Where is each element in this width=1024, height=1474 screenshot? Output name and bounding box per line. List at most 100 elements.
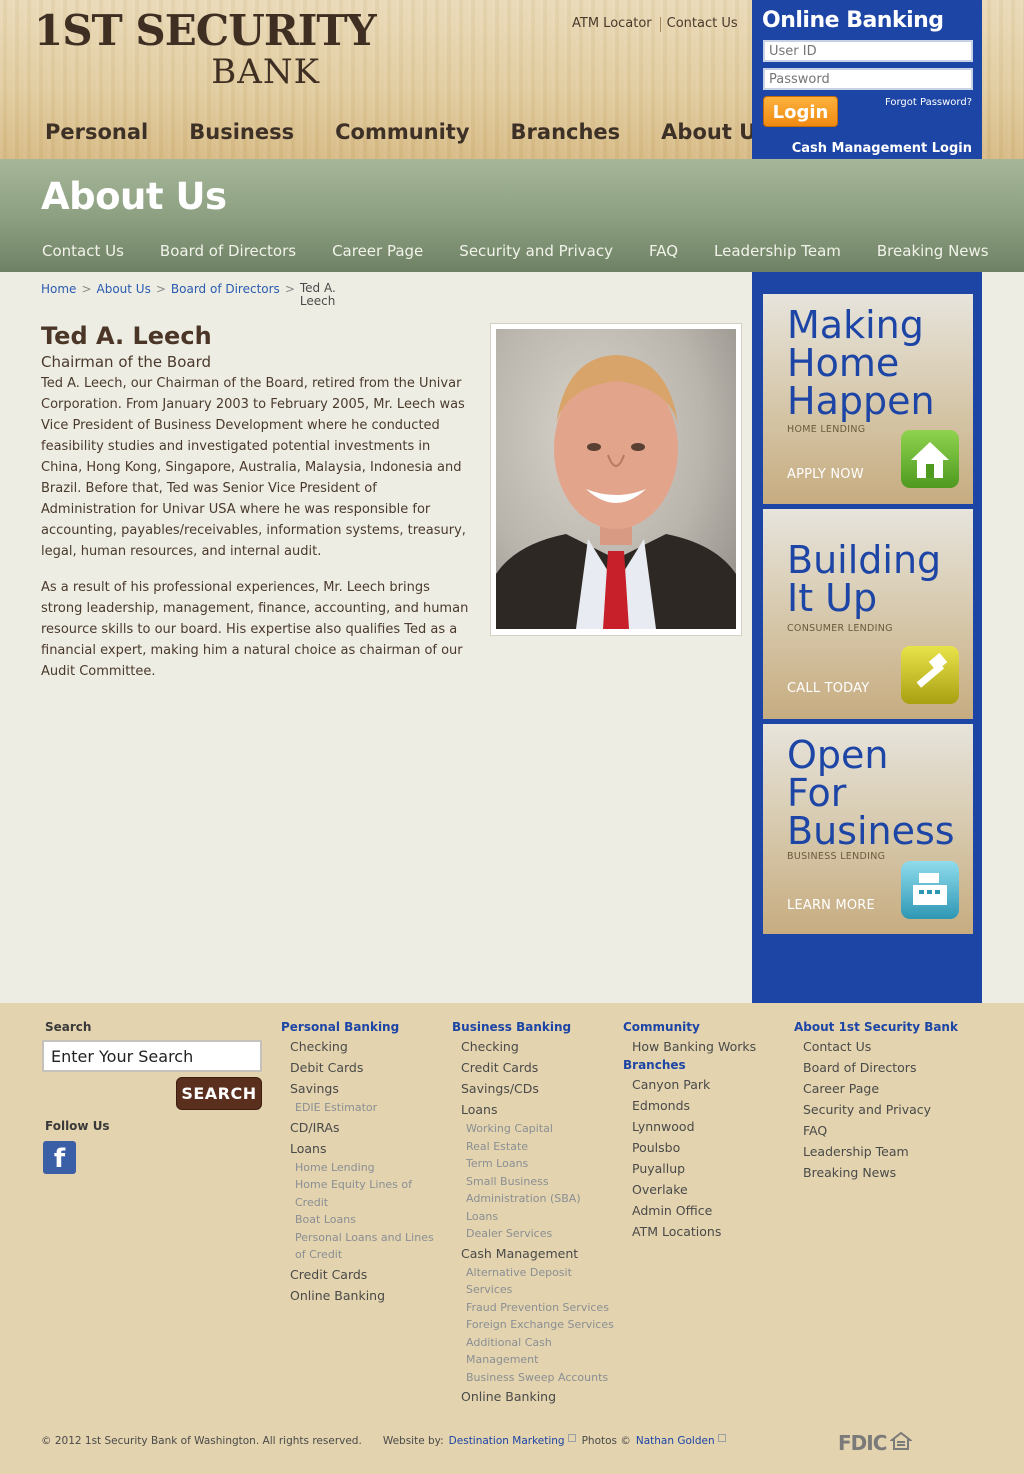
online-banking-title: Online Banking [762,8,944,33]
breadcrumb-home[interactable]: Home [41,282,76,308]
promo-home-lending[interactable]: Making Home Happen HOME LENDING APPLY NO… [763,294,973,504]
footer-sublink[interactable]: Additional Cash Management [466,1334,616,1369]
footer-sublink[interactable]: Business Sweep Accounts [466,1369,616,1387]
nav-community[interactable]: Community [335,120,469,144]
footer-link[interactable]: Online Banking [290,1285,441,1306]
facebook-icon[interactable]: f [43,1141,76,1174]
footer-link[interactable]: FAQ [803,1120,974,1141]
breadcrumb-about-us[interactable]: About Us [97,282,151,308]
subnav-security-privacy[interactable]: Security and Privacy [459,242,613,260]
footer-sublink[interactable]: Home Lending [295,1159,445,1177]
bank-logo[interactable]: 1ST SECURITY BANK [34,6,377,92]
footer-link[interactable]: Cash Management [461,1243,617,1264]
promo-headline-line: Making [787,303,924,347]
copyright-bar: © 2012 1st Security Bank of Washington. … [41,1434,732,1447]
footer-link[interactable]: Poulsbo [632,1137,783,1158]
forgot-password-link[interactable]: Forgot Password? [885,97,972,108]
footer-link-list: Checking Credit Cards Savings/CDs Loans Work… [452,1036,617,1407]
search-input[interactable] [42,1040,262,1072]
destination-marketing-link[interactable]: Destination Marketing [449,1435,565,1447]
footer-sublink[interactable]: EDIE Estimator [295,1099,445,1117]
footer-link[interactable]: Career Page [803,1078,974,1099]
footer-link[interactable]: Canyon Park [632,1074,783,1095]
portrait-frame [490,323,742,636]
login-button[interactable]: Login [763,96,838,127]
footer-link[interactable]: Online Banking [461,1386,617,1407]
footer-sublink[interactable]: Foreign Exchange Services [466,1316,616,1334]
footer-link[interactable]: Loans [461,1099,617,1120]
website-by-label: Website by: [382,1435,444,1447]
subnav-leadership-team[interactable]: Leadership Team [714,242,841,260]
portrait-photo [496,329,736,629]
footer-col-heading[interactable]: Community [623,1019,783,1036]
learn-more-link[interactable]: LEARN MORE [787,898,875,913]
footer-sublink[interactable]: Term Loans [466,1155,616,1173]
footer-col-heading[interactable]: Personal Banking [281,1019,441,1036]
footer-sublink[interactable]: Dealer Services [466,1225,616,1243]
footer-link[interactable]: Checking [290,1036,441,1057]
subnav-career-page[interactable]: Career Page [332,242,423,260]
footer-link[interactable]: CD/IRAs [290,1117,441,1138]
footer-sublink[interactable]: Fraud Prevention Services [466,1299,616,1317]
footer-sublink[interactable]: Working Capital [466,1120,616,1138]
breadcrumb-board[interactable]: Board of Directors [171,282,280,308]
footer-col-heading-branches[interactable]: Branches [623,1057,783,1074]
footer-link[interactable]: Checking [461,1036,617,1057]
atm-locator-link[interactable]: ATM Locator [572,16,652,32]
fdic-text: FDIC [838,1431,887,1455]
footer-link-list: Contact Us Board of Directors Career Page S… [794,1036,974,1183]
subnav-faq[interactable]: FAQ [649,242,678,260]
password-input[interactable] [763,68,973,90]
divider [659,17,661,32]
footer-link[interactable]: ATM Locations [632,1221,783,1242]
promo-business-lending[interactable]: Open For Business BUSINESS LENDING LEARN… [763,724,973,934]
footer-sublink[interactable]: Alternative Deposit Services [466,1264,616,1299]
footer-sublink[interactable]: Boat Loans [295,1211,445,1229]
footer-link[interactable]: Board of Directors [803,1057,974,1078]
copyright-text: © 2012 1st Security Bank of Washington. … [41,1435,362,1447]
footer-sublink[interactable]: Small Business Administration (SBA) Loan… [466,1173,616,1226]
apply-now-link[interactable]: APPLY NOW [787,467,864,482]
footer-col-heading[interactable]: Business Banking [452,1019,617,1036]
nav-business[interactable]: Business [189,120,294,144]
footer-sublink[interactable]: Real Estate [466,1138,616,1156]
nathan-golden-link[interactable]: Nathan Golden [636,1435,715,1447]
footer-sublink[interactable]: Home Equity Lines of Credit [295,1176,445,1211]
nav-personal[interactable]: Personal [45,120,148,144]
search-button[interactable]: SEARCH [176,1077,262,1110]
footer-link[interactable]: Credit Cards [461,1057,617,1078]
nav-branches[interactable]: Branches [511,120,621,144]
footer-col-personal: Personal Banking Checking Debit Cards Savi… [281,1019,441,1306]
promo-consumer-lending[interactable]: Building It Up CONSUMER LENDING CALL TOD… [763,509,973,719]
footer-link[interactable]: Security and Privacy [803,1099,974,1120]
footer-link[interactable]: Lynnwood [632,1116,783,1137]
external-link-icon [567,1434,576,1442]
online-banking-panel: Online Banking Login Forgot Password? Ca… [752,0,982,159]
search-label: Search [45,1020,92,1034]
breadcrumb-separator: > [81,282,92,296]
footer-link[interactable]: Admin Office [632,1200,783,1221]
user-id-input[interactable] [763,40,973,62]
footer-col-heading[interactable]: About 1st Security Bank [794,1019,974,1036]
promo-subtitle: CONSUMER LENDING [787,623,893,634]
footer-link[interactable]: Puyallup [632,1158,783,1179]
footer-link[interactable]: Contact Us [803,1036,974,1057]
contact-us-link[interactable]: Contact Us [667,16,738,32]
subnav-board-of-directors[interactable]: Board of Directors [160,242,296,260]
footer-link[interactable]: Savings [290,1078,441,1099]
subnav-breaking-news[interactable]: Breaking News [877,242,989,260]
footer-link[interactable]: Edmonds [632,1095,783,1116]
footer-link[interactable]: Leadership Team [803,1141,974,1162]
cash-management-login-link[interactable]: Cash Management Login [792,141,972,156]
footer-link[interactable]: Breaking News [803,1162,974,1183]
footer-link[interactable]: Debit Cards [290,1057,441,1078]
footer-link[interactable]: Loans [290,1138,441,1159]
subnav-contact-us[interactable]: Contact Us [42,242,124,260]
footer-link[interactable]: Credit Cards [290,1264,441,1285]
person-title: Chairman of the Board [41,353,212,371]
footer-sublink[interactable]: Personal Loans and Lines of Credit [295,1229,445,1264]
call-today-link[interactable]: CALL TODAY [787,681,869,696]
footer-link[interactable]: How Banking Works [632,1036,783,1057]
footer-link[interactable]: Overlake [632,1179,783,1200]
footer-link[interactable]: Savings/CDs [461,1078,617,1099]
